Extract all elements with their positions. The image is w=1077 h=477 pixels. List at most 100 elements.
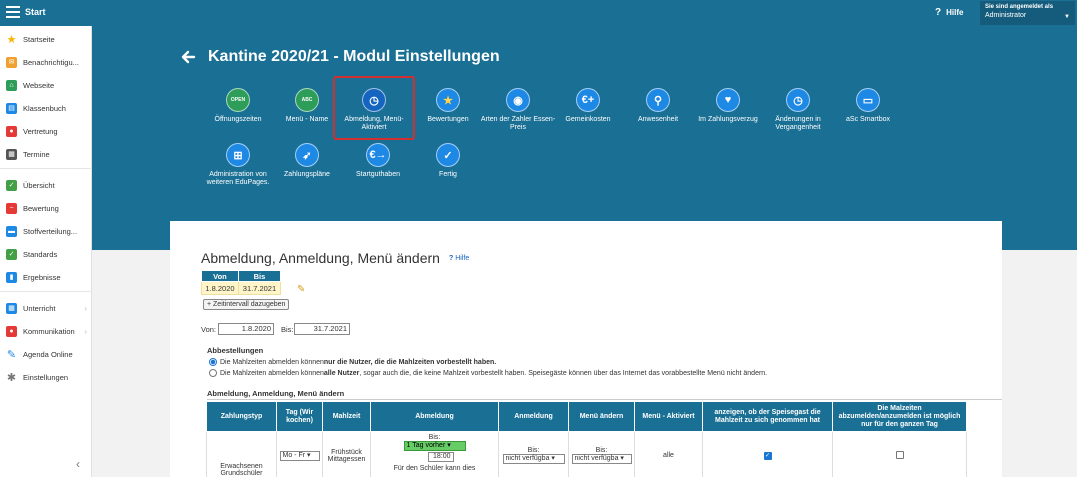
tile-org[interactable]: ⊞ Administration von weiteren EduPages.	[198, 143, 278, 187]
book-icon: ▤	[6, 102, 17, 114]
account-menu[interactable]: Sie sind angemeldet als Administrator ▼	[980, 1, 1075, 25]
chevron-down-icon: ▼	[1064, 14, 1070, 20]
cell-aktiviert: alle	[634, 431, 703, 477]
radio-button[interactable]	[209, 369, 217, 377]
sidebar-item-label: Stoffverteilung...	[23, 226, 78, 236]
sidebar-item-label: Unterricht	[23, 303, 56, 313]
radio-option-alle[interactable]: Die Mahlzeiten abmelden können alle Nutz…	[209, 369, 767, 377]
sidebar-item-6[interactable]: ✓ Übersicht	[0, 175, 92, 195]
tag-select[interactable]: Mo - Fr ▾	[279, 450, 320, 461]
sidebar-item-4[interactable]: ● Vertretung	[0, 121, 92, 141]
sidebar-item-0[interactable]: ★ Startseite	[0, 29, 92, 49]
sidebar-item-label: Webseite	[23, 80, 55, 90]
period-bis[interactable]: 31.7.2021	[237, 281, 282, 295]
top-bar: Start ? Hilfe Sie sind angemeldet als Adm…	[0, 0, 1077, 26]
sidebar-item-12[interactable]: ● Kommunikation ›	[0, 321, 92, 341]
sidebar-item-3[interactable]: ▤ Klassenbuch	[0, 98, 92, 118]
sidebar-item-14[interactable]: ✱ Einstellungen	[0, 367, 92, 387]
help-link[interactable]: ? Hilfe	[935, 7, 963, 18]
period-row[interactable]: 1.8.2020 31.7.2021	[201, 281, 282, 295]
add-interval-button[interactable]: + Zeitintervall dazugeben	[203, 299, 290, 310]
tile-label: Administration von weiteren EduPages.	[206, 171, 270, 186]
sidebar-item-13[interactable]: ✎ Agenda Online	[0, 344, 92, 364]
back-arrow-icon[interactable]	[180, 49, 196, 65]
cell-mahlzeit: Frühstück Mittagessen	[322, 431, 371, 477]
tile-label: Öffnungszeiten	[214, 116, 262, 123]
table-row: Erwachsenen Grundschüler Mo - Fr ▾ Frühs…	[206, 431, 967, 477]
sidebar-item-9[interactable]: ✓ Standards	[0, 244, 92, 264]
tile-euro-plus[interactable]: €+ Gemeinkosten	[548, 88, 628, 124]
sidebar-item-1[interactable]: ✉ Benachrichtigu...	[0, 52, 92, 72]
tile-label: Änderungen in Vergangenheit	[775, 116, 821, 131]
col-tag: Tag (Wir kochen)	[276, 401, 323, 432]
bis-input[interactable]: 31.7.2021	[294, 323, 350, 335]
abmeldung-select[interactable]: 1 Tag vorher ▾	[403, 441, 466, 451]
tile-star[interactable]: ★ Bewertungen	[408, 88, 488, 124]
euro-plus-icon: €+	[576, 88, 600, 112]
sidebar-item-label: Ergebnisse	[23, 272, 61, 282]
col-abmeldung: Abmeldung	[370, 401, 499, 432]
sidebar-item-10[interactable]: ▮ Ergebnisse	[0, 267, 92, 287]
radio-button-selected[interactable]	[209, 358, 217, 366]
col-menu-aendern: Menü ändern	[568, 401, 635, 432]
home-icon: ⌂	[6, 79, 17, 91]
col-ganzer-tag: Die Malzeiten abzumelden/anzumelden ist …	[832, 401, 967, 432]
mail-icon: ✉	[6, 56, 17, 68]
tile-label: aSc Smartbox	[846, 116, 890, 123]
tile-monitor[interactable]: ▭ aSc Smartbox	[828, 88, 908, 124]
clock-icon: ◷	[362, 88, 386, 112]
payer-icon: ◉	[506, 88, 530, 112]
anmeldung-select[interactable]: nicht verfügba ▾	[502, 454, 565, 464]
tile-payer[interactable]: ◉ Arten der Zahler Essen-Preis	[478, 88, 558, 132]
period-table: Von Bis 1.8.2020 31.7.2021	[201, 270, 282, 295]
sidebar-item-5[interactable]: ▦ Termine	[0, 144, 92, 164]
radio-option-vorbestellt[interactable]: Die Mahlzeiten abmelden können nur die N…	[209, 358, 496, 366]
tile-history[interactable]: ◷ Änderungen in Vergangenheit	[758, 88, 838, 132]
anzeigen-checkbox[interactable]: ✓	[763, 451, 772, 460]
euro-arrow-icon: €→	[366, 143, 390, 167]
pen-icon: ✎	[6, 348, 17, 361]
sidebar-item-11[interactable]: ▦ Unterricht ›	[0, 298, 92, 318]
tile-walk[interactable]: ⚲ Anwesenheit	[618, 88, 698, 124]
tile-rocket[interactable]: ➶ Zahlungspläne	[267, 143, 347, 179]
rocket-icon: ➶	[295, 143, 319, 167]
page-title: Kantine 2020/21 - Modul Einstellungen	[208, 48, 500, 65]
tile-open-sign[interactable]: OPEN Öffnungszeiten	[198, 88, 278, 124]
sidebar-item-7[interactable]: − Bewertung	[0, 198, 92, 218]
abc-icon: ABC	[295, 88, 319, 112]
period-von[interactable]: 1.8.2020	[201, 281, 239, 295]
sidebar-item-label: Kommunikation	[23, 326, 75, 336]
tile-label: Im Zahlungsverzug	[698, 116, 758, 123]
check-icon: ✓	[436, 143, 460, 167]
bis-label: Bis:	[281, 325, 294, 334]
table-header-row: Zahlungstyp Tag (Wir kochen) Mahlzeit Ab…	[206, 401, 967, 432]
section-title: Abmeldung, Anmeldung, Menü ändern	[201, 250, 440, 266]
ganzer-tag-checkbox[interactable]	[895, 450, 904, 459]
person-icon: ●	[6, 125, 17, 137]
hamburger-menu-icon[interactable]	[6, 6, 20, 18]
tile-label: Anwesenheit	[637, 116, 679, 123]
app-title[interactable]: Start	[25, 7, 46, 17]
tile-check[interactable]: ✓ Fertig	[408, 143, 488, 179]
question-icon: ?	[935, 7, 942, 18]
sidebar-item-8[interactable]: ▬ Stoffverteilung...	[0, 221, 92, 241]
sidebar: ‹ ★ Startseite ✉ Benachrichtigu... ⌂ Webseite…	[0, 26, 92, 477]
edit-pencil-icon[interactable]: ✎	[297, 284, 305, 295]
star-icon: ★	[6, 33, 17, 46]
table-section-title: Abmeldung, Anmeldung, Menü ändern	[207, 389, 345, 398]
calendar-icon: ▦	[6, 148, 17, 160]
folder-icon: ▬	[6, 225, 17, 237]
col-mahlzeit: Mahlzeit	[322, 401, 371, 432]
section-help-link[interactable]: ? Hilfe	[449, 255, 469, 262]
sidebar-divider	[0, 291, 92, 292]
tile-clock[interactable]: ◷ Abmeldung, Menü-Aktiviert	[333, 76, 415, 140]
von-input[interactable]: 1.8.2020	[218, 323, 274, 335]
sidebar-item-2[interactable]: ⌂ Webseite	[0, 75, 92, 95]
tile-euro-arrow[interactable]: €→ Startguthaben	[338, 143, 418, 179]
tile-piggy[interactable]: ♥ Im Zahlungsverzug	[688, 88, 768, 124]
shield-icon: ✓	[6, 248, 17, 260]
von-label: Von:	[201, 325, 217, 334]
menu-aendern-select[interactable]: nicht verfügba ▾	[571, 454, 632, 464]
abmeldung-time-input[interactable]: 18:00	[427, 452, 454, 462]
collapse-sidebar-icon[interactable]: ‹	[76, 457, 80, 471]
